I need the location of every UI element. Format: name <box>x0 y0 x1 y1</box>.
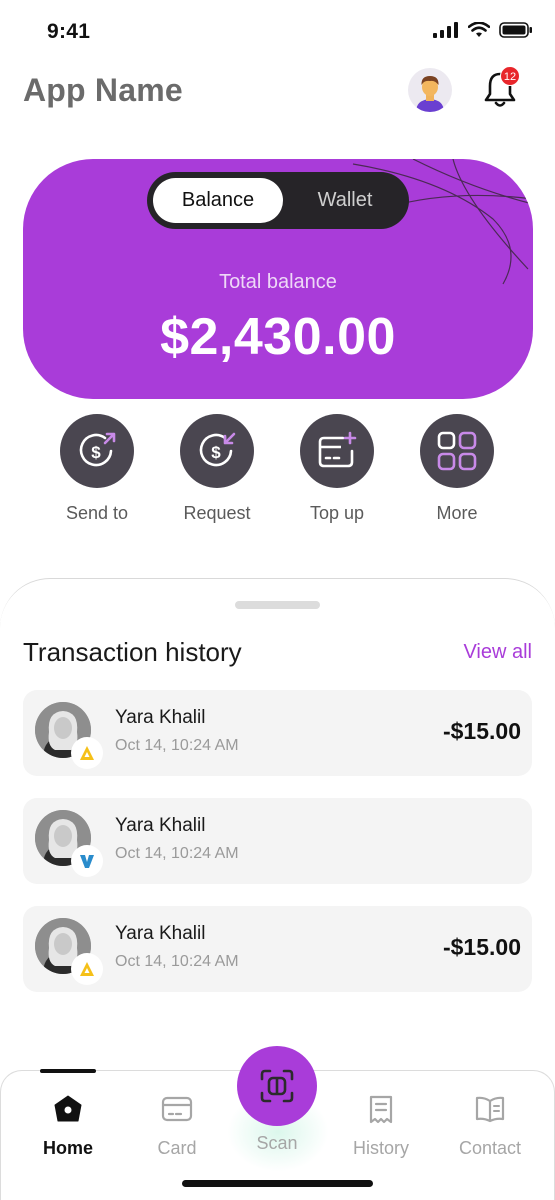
top-up-label: Top up <box>309 503 365 523</box>
nav-home[interactable]: Home <box>18 1093 118 1159</box>
book-icon <box>475 1096 505 1123</box>
transaction-row[interactable]: Yara Khalil Oct 14, 10:24 AM <box>23 798 532 884</box>
top-up-button[interactable]: Top up <box>277 414 397 524</box>
nav-contact-label: Contact <box>458 1138 522 1158</box>
balance-card: Balance Wallet Total balance $2,430.00 <box>23 159 533 399</box>
balance-wallet-toggle: Balance Wallet <box>147 172 409 229</box>
more-label: More <box>436 503 478 523</box>
status-bar: 9:41 <box>0 0 555 64</box>
request-circle: $ <box>180 414 254 488</box>
signal-icon <box>433 22 458 38</box>
transaction-amount: -$15.00 <box>442 934 521 960</box>
nav-card-label: Card <box>157 1138 197 1158</box>
send-to-circle: $ <box>60 414 134 488</box>
active-tab-indicator <box>40 1069 96 1073</box>
total-balance-amount: $2,430.00 <box>160 308 396 366</box>
receipt-icon <box>369 1095 393 1124</box>
view-all-link[interactable]: View all <box>463 641 532 664</box>
top-up-circle <box>300 414 374 488</box>
scan-button[interactable] <box>237 1046 317 1126</box>
send-to-button[interactable]: $ Send to <box>37 414 157 524</box>
transaction-history-title: Transaction history <box>23 637 242 667</box>
sheet-drag-handle[interactable] <box>235 601 320 609</box>
nav-scan-label: Scan <box>256 1133 298 1153</box>
request-money-icon: $ <box>199 432 236 467</box>
card-icon <box>161 1096 193 1122</box>
nav-history[interactable]: History <box>331 1093 431 1159</box>
send-money-icon: $ <box>79 432 116 467</box>
total-balance-label: Total balance <box>219 271 337 293</box>
brand-badge <box>71 953 103 985</box>
transaction-name: Yara Khalil <box>115 815 206 836</box>
yellow-a-logo-icon <box>80 746 94 760</box>
transaction-name: Yara Khalil <box>115 707 206 728</box>
scan-icon <box>260 1069 294 1103</box>
request-button[interactable]: $ Request <box>157 414 277 524</box>
svg-text:$: $ <box>211 443 221 462</box>
yellow-a-logo-icon <box>80 962 94 976</box>
notification-badge: 12 <box>500 66 520 86</box>
tab-balance[interactable]: Balance <box>153 178 283 223</box>
top-up-card-icon <box>318 431 357 468</box>
user-avatar-icon <box>416 76 444 112</box>
transaction-amount: -$15.00 <box>442 718 521 744</box>
transaction-date: Oct 14, 10:24 AM <box>115 953 239 970</box>
quick-actions: $ Send to $ Request Top up More <box>37 414 517 534</box>
more-circle <box>420 414 494 488</box>
blue-v-logo-icon <box>80 855 94 868</box>
send-to-label: Send to <box>65 503 129 523</box>
transaction-row[interactable]: Yara Khalil Oct 14, 10:24 AM -$15.00 <box>23 690 532 776</box>
brand-badge <box>71 737 103 769</box>
transaction-date: Oct 14, 10:24 AM <box>115 737 239 754</box>
transaction-name: Yara Khalil <box>115 923 206 944</box>
battery-icon <box>499 22 532 38</box>
nav-history-label: History <box>352 1138 409 1158</box>
transaction-date: Oct 14, 10:24 AM <box>115 845 239 862</box>
home-indicator <box>182 1180 373 1187</box>
svg-text:$: $ <box>91 443 101 462</box>
grid-icon <box>437 431 477 471</box>
brand-badge <box>71 845 103 877</box>
app-title: App Name <box>23 72 183 108</box>
status-time: 9:41 <box>47 20 91 43</box>
wallet-home-screen: 9:41 App Name 12 Balance Wallet Total ba… <box>0 0 555 1200</box>
more-button[interactable]: More <box>397 414 517 524</box>
user-avatar[interactable] <box>408 68 452 112</box>
nav-contact[interactable]: Contact <box>440 1093 540 1159</box>
transaction-row[interactable]: Yara Khalil Oct 14, 10:24 AM -$15.00 <box>23 906 532 992</box>
status-icons <box>433 22 533 38</box>
nav-card[interactable]: Card <box>127 1093 227 1159</box>
nav-home-label: Home <box>42 1138 93 1158</box>
wifi-icon <box>468 22 490 37</box>
tab-wallet[interactable]: Wallet <box>287 178 403 223</box>
home-icon <box>54 1095 82 1122</box>
request-label: Request <box>183 503 251 523</box>
